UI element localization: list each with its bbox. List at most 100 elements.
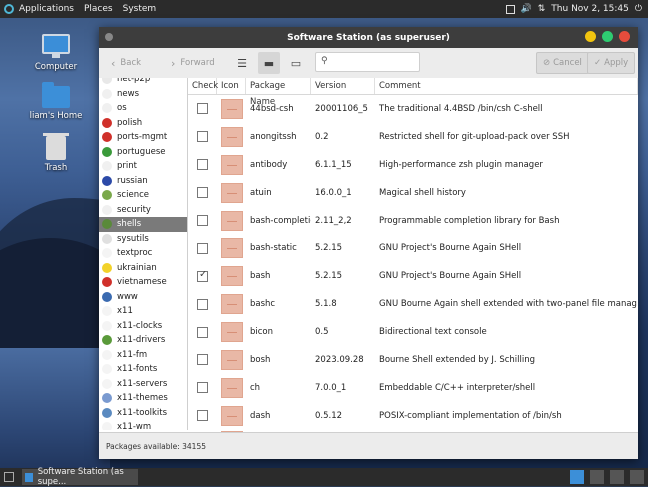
- package-version: 5.2.15: [315, 271, 343, 282]
- package-checkbox[interactable]: [197, 410, 208, 422]
- installed-view-button[interactable]: ▬: [258, 52, 280, 74]
- table-row[interactable]: dash 0.5.12 POSIX-compliant implementation…: [188, 402, 638, 430]
- column-icon[interactable]: Icon: [217, 78, 246, 94]
- tray-icon[interactable]: [505, 4, 515, 14]
- category-item-russian[interactable]: russian: [99, 174, 187, 189]
- category-item-x11-wm[interactable]: x11-wm: [99, 420, 187, 430]
- category-item-textproc[interactable]: textproc: [99, 246, 187, 261]
- category-label: print: [117, 161, 137, 172]
- category-item-shells[interactable]: shells: [99, 217, 187, 232]
- search-input[interactable]: [334, 55, 420, 71]
- package-checkbox[interactable]: [197, 187, 208, 199]
- table-row[interactable]: ch 7.0.0_1 Embeddable C/C++ interpreter/sh…: [188, 374, 638, 402]
- category-item-x11-fonts[interactable]: x11-fonts: [99, 362, 187, 377]
- window-titlebar[interactable]: Software Station (as superuser): [99, 27, 638, 48]
- category-item-polish[interactable]: polish: [99, 116, 187, 131]
- package-checkbox[interactable]: [197, 298, 208, 310]
- table-row[interactable]: antibody 6.1.1_15 High-performance zsh plu…: [188, 151, 638, 179]
- cancel-button[interactable]: ⊘ Cancel: [536, 52, 589, 74]
- category-item-print[interactable]: print: [99, 159, 187, 174]
- desktop-icon-home[interactable]: liam's Home: [21, 82, 91, 121]
- table-row[interactable]: bash-completion 2.11_2,2 Programmable comp…: [188, 207, 638, 235]
- package-checkbox[interactable]: [197, 131, 208, 143]
- list-view-button[interactable]: ☰: [231, 52, 253, 74]
- menu-system[interactable]: System: [123, 4, 157, 14]
- check-cell: [188, 103, 217, 115]
- desktop-icon-computer[interactable]: Computer: [21, 34, 91, 72]
- table-row[interactable]: bicon 0.5 Bidirectional text console: [188, 318, 638, 346]
- show-desktop-icon[interactable]: [4, 472, 14, 482]
- category-item-x11-drivers[interactable]: x11-drivers: [99, 333, 187, 348]
- category-item-x11-themes[interactable]: x11-themes: [99, 391, 187, 406]
- power-icon[interactable]: ⏻: [635, 4, 642, 14]
- column-package-name[interactable]: Package Name: [246, 78, 311, 107]
- workspace-3[interactable]: [610, 470, 624, 484]
- category-item-x11-clocks[interactable]: x11-clocks: [99, 319, 187, 334]
- category-item-ports-mgmt[interactable]: ports-mgmt: [99, 130, 187, 145]
- table-row[interactable]: anongitssh 0.2 Restricted shell for git-up…: [188, 123, 638, 151]
- workspace-2[interactable]: [590, 470, 604, 484]
- apply-button[interactable]: ✓ Apply: [587, 52, 636, 74]
- icon-cell: [217, 405, 246, 426]
- desktop-icon-trash[interactable]: Trash: [21, 133, 91, 173]
- package-checkbox[interactable]: [197, 270, 208, 282]
- package-checkbox[interactable]: [197, 242, 208, 254]
- check-cell: [188, 298, 217, 310]
- table-row[interactable]: atuin 16.0.0_1 Magical shell history: [188, 179, 638, 207]
- package-checkbox[interactable]: [197, 382, 208, 394]
- window-menu-icon[interactable]: [105, 33, 113, 41]
- category-icon: [102, 161, 112, 172]
- package-version: 5.1.8: [315, 299, 337, 310]
- package-name: bicon: [250, 327, 274, 338]
- search-box[interactable]: ⚲: [315, 52, 420, 72]
- category-item-os[interactable]: os: [99, 101, 187, 116]
- category-item-science[interactable]: science: [99, 188, 187, 203]
- workspace-1[interactable]: [570, 470, 584, 484]
- column-comment[interactable]: Comment: [375, 78, 638, 94]
- close-button[interactable]: [619, 31, 630, 42]
- volume-icon[interactable]: 🔊: [521, 4, 532, 14]
- available-view-button[interactable]: ▭: [285, 52, 307, 74]
- network-icon[interactable]: ⇅: [538, 4, 546, 14]
- clock[interactable]: Thu Nov 2, 15:45: [551, 4, 629, 14]
- table-row[interactable]: bash 5.2.15 GNU Project's Bourne Again SHe…: [188, 262, 638, 290]
- maximize-button[interactable]: [602, 31, 613, 42]
- package-checkbox[interactable]: [197, 159, 208, 171]
- category-item-net-p2p[interactable]: net-p2p: [99, 78, 187, 87]
- package-icon: [221, 322, 243, 343]
- category-item-security[interactable]: security: [99, 203, 187, 218]
- monitor-icon: ▭: [290, 56, 302, 70]
- table-row[interactable]: 44bsd-csh 20001106_5 The traditional 4.4BS…: [188, 95, 638, 123]
- table-row[interactable]: bash-static 5.2.15 GNU Project's Bourne Ag…: [188, 234, 638, 262]
- taskbar-item-software-station[interactable]: Software Station (as supe...: [22, 467, 138, 487]
- category-item-x11-fm[interactable]: x11-fm: [99, 348, 187, 363]
- category-icon: [102, 78, 112, 85]
- category-item-www[interactable]: www: [99, 290, 187, 305]
- table-row[interactable]: bosh 2023.09.28 Bourne Shell extended by J…: [188, 346, 638, 374]
- package-checkbox[interactable]: [197, 215, 208, 226]
- category-item-portuguese[interactable]: portuguese: [99, 145, 187, 160]
- category-label: russian: [117, 175, 148, 186]
- minimize-button[interactable]: [585, 31, 596, 42]
- category-item-news[interactable]: news: [99, 87, 187, 102]
- table-row[interactable]: bashc 5.1.8 GNU Bourne Again shell extende…: [188, 290, 638, 318]
- package-checkbox[interactable]: [197, 326, 208, 338]
- category-item-ukrainian[interactable]: ukrainian: [99, 261, 187, 276]
- os-logo-icon[interactable]: [4, 4, 14, 14]
- package-icon: [221, 266, 243, 287]
- icon-cell: [217, 377, 246, 398]
- category-item-x11-servers[interactable]: x11-servers: [99, 377, 187, 392]
- category-item-x11[interactable]: x11: [99, 304, 187, 319]
- forward-button[interactable]: › Forward: [171, 52, 215, 74]
- package-checkbox[interactable]: [197, 103, 208, 115]
- back-button[interactable]: ‹ Back: [111, 52, 141, 74]
- column-version[interactable]: Version: [311, 78, 375, 94]
- category-item-vietnamese[interactable]: vietnamese: [99, 275, 187, 290]
- workspace-4[interactable]: [630, 470, 644, 484]
- category-item-sysutils[interactable]: sysutils: [99, 232, 187, 247]
- menu-places[interactable]: Places: [84, 4, 113, 14]
- package-checkbox[interactable]: [197, 354, 208, 366]
- menu-applications[interactable]: Applications: [19, 4, 74, 14]
- column-check[interactable]: Check: [188, 78, 218, 94]
- category-item-x11-toolkits[interactable]: x11-toolkits: [99, 406, 187, 421]
